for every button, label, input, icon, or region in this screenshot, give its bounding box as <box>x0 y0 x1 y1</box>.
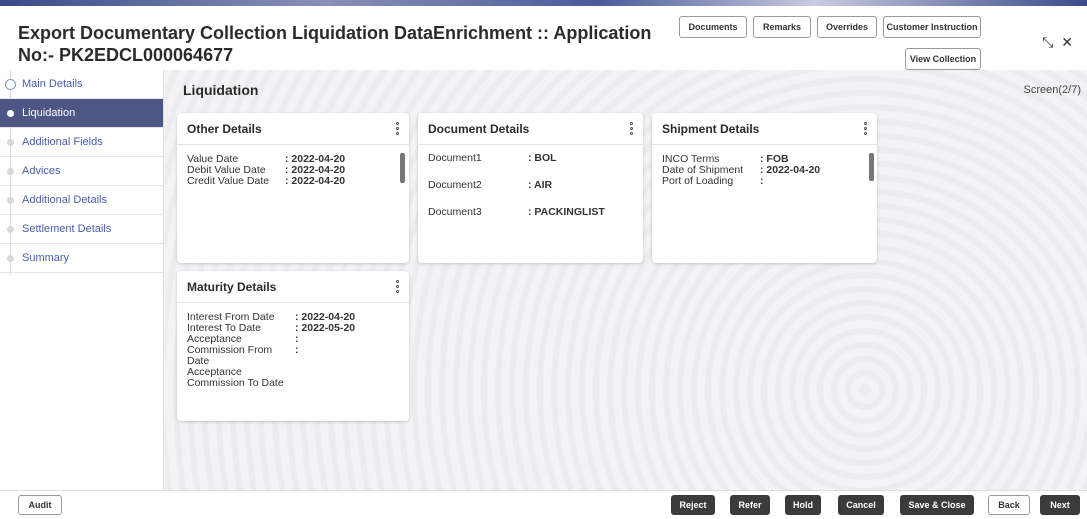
field-row: Document1: BOL <box>428 152 557 164</box>
audit-button[interactable]: Audit <box>18 495 62 515</box>
card-header: Maturity Details <box>177 271 409 303</box>
window-controls: ⤡ ✕ <box>1042 34 1073 51</box>
kebab-menu-icon[interactable] <box>396 121 399 136</box>
overrides-button[interactable]: Overrides <box>817 16 877 38</box>
minimize-icon[interactable]: ⤡ <box>1042 34 1053 51</box>
card-title: Other Details <box>187 121 262 136</box>
card-header: Document Details <box>418 113 643 145</box>
remarks-button[interactable]: Remarks <box>753 16 811 38</box>
customer-instruction-button[interactable]: Customer Instruction <box>883 16 981 38</box>
card-header: Shipment Details <box>652 113 877 145</box>
field-row: Commission From: <box>187 344 299 356</box>
view-collection-button[interactable]: View Collection <box>905 48 981 70</box>
sidebar-item-label: Main Details <box>22 78 83 90</box>
save-close-button[interactable]: Save & Close <box>900 495 974 515</box>
back-button[interactable]: Back <box>988 495 1030 515</box>
cancel-button[interactable]: Cancel <box>838 495 884 515</box>
step-dot-icon <box>7 168 14 175</box>
other-details-card: Other Details Value Date: 2022-04-20 Deb… <box>177 113 409 263</box>
sidebar-item-label: Summary <box>22 252 70 264</box>
sidebar-item-label: Settlement Details <box>22 223 112 235</box>
kebab-menu-icon[interactable] <box>396 279 399 294</box>
kebab-menu-icon[interactable] <box>864 121 867 136</box>
field-row: Credit Value Date: 2022-04-20 <box>187 175 346 187</box>
section-title: Liquidation <box>183 82 259 98</box>
documents-button[interactable]: Documents <box>679 16 747 38</box>
step-dot-icon <box>7 110 14 117</box>
header: Export Documentary Collection Liquidatio… <box>0 6 1087 70</box>
sidebar: Main Details Liquidation Additional Fiel… <box>0 70 164 490</box>
card-body: Interest From Date: 2022-04-20 Interest … <box>177 303 409 398</box>
sidebar-item-label: Advices <box>22 165 61 177</box>
field-row: Document2: AIR <box>428 179 553 191</box>
step-dot-icon <box>7 255 14 262</box>
field-row: Document3: PACKINGLIST <box>428 206 605 218</box>
card-body: Value Date: 2022-04-20 Debit Value Date:… <box>177 145 409 196</box>
card-header: Other Details <box>177 113 409 145</box>
sidebar-item-label: Liquidation <box>22 107 76 119</box>
sidebar-item-advices[interactable]: Advices <box>0 157 163 186</box>
footer-bar: Audit Reject Refer Hold Cancel Save & Cl… <box>0 490 1087 519</box>
sidebar-item-label: Additional Details <box>22 194 107 206</box>
field-row: Commission To Date <box>187 377 284 389</box>
scrollbar[interactable] <box>869 153 874 181</box>
shipment-details-card: Shipment Details INCO Terms: FOB Date of… <box>652 113 877 263</box>
sidebar-item-summary[interactable]: Summary <box>0 244 163 273</box>
hold-button[interactable]: Hold <box>785 495 821 515</box>
check-circle-icon <box>5 79 16 90</box>
card-title: Shipment Details <box>662 121 760 136</box>
step-dot-icon <box>7 226 14 233</box>
sidebar-item-liquidation[interactable]: Liquidation <box>0 99 163 128</box>
document-details-card: Document Details Document1: BOL Document… <box>418 113 643 263</box>
sidebar-item-settlement-details[interactable]: Settlement Details <box>0 215 163 244</box>
reject-button[interactable]: Reject <box>671 495 715 515</box>
card-title: Document Details <box>428 121 530 136</box>
card-title: Maturity Details <box>187 279 277 294</box>
maturity-details-card: Maturity Details Interest From Date: 202… <box>177 271 409 421</box>
close-icon[interactable]: ✕ <box>1061 34 1073 51</box>
page-title: Export Documentary Collection Liquidatio… <box>18 23 652 65</box>
sidebar-item-label: Additional Fields <box>22 136 103 148</box>
step-dot-icon <box>7 197 14 204</box>
scrollbar[interactable] <box>400 153 405 183</box>
field-row: Port of Loading: <box>662 175 764 187</box>
card-body: INCO Terms: FOB Date of Shipment: 2022-0… <box>652 145 877 196</box>
refer-button[interactable]: Refer <box>730 495 770 515</box>
sidebar-item-main-details[interactable]: Main Details <box>0 70 163 99</box>
sidebar-item-additional-fields[interactable]: Additional Fields <box>0 128 163 157</box>
card-body: Document1: BOL Document2: AIR Document3:… <box>418 145 643 243</box>
sidebar-item-additional-details[interactable]: Additional Details <box>0 186 163 215</box>
next-button[interactable]: Next <box>1040 495 1080 515</box>
main-content: Liquidation Screen(2/7) Other Details Va… <box>165 70 1087 490</box>
kebab-menu-icon[interactable] <box>630 121 633 136</box>
step-dot-icon <box>7 139 14 146</box>
screen-indicator: Screen(2/7) <box>1023 84 1081 96</box>
